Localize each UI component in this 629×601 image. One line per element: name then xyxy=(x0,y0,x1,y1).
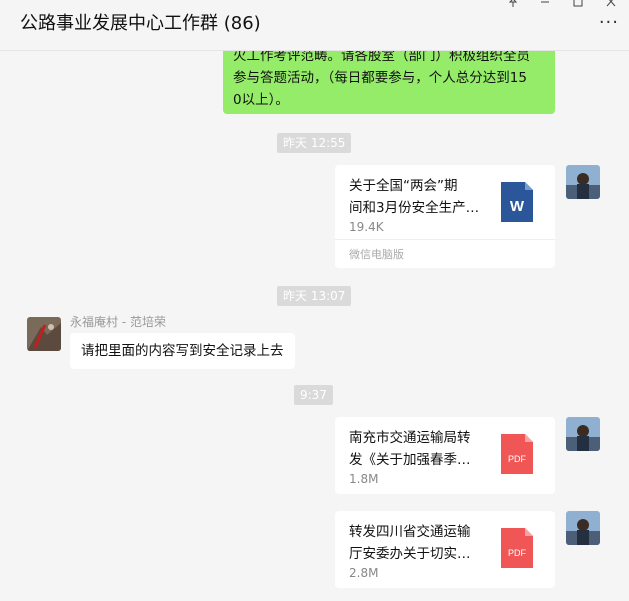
word-icon-label: W xyxy=(510,198,525,215)
my-avatar[interactable] xyxy=(566,417,600,451)
timestamp: 昨天 12:55 xyxy=(277,133,352,153)
minimize-icon[interactable] xyxy=(535,0,555,12)
word-file-icon: W xyxy=(501,182,533,222)
file-size: 2.8M xyxy=(349,566,379,580)
chat-area[interactable]: 火工作考评范畴。请各股室（部门）积极组织全员 参与答题活动，（每日都要参与，个人… xyxy=(0,51,629,601)
file-size: 19.4K xyxy=(349,220,384,234)
file-name: 关于全国“两会”期 间和3月份安全生产… xyxy=(349,175,489,219)
file-name-line: 转发四川省交通运输 xyxy=(349,524,471,540)
pdf-icon-label: PDF xyxy=(508,454,527,464)
file-name-line: 间和3月份安全生产… xyxy=(349,200,480,216)
file-source: 微信电脑版 xyxy=(335,239,555,262)
my-avatar[interactable] xyxy=(566,165,600,199)
file-size: 1.8M xyxy=(349,472,379,486)
file-message-card[interactable]: 转发四川省交通运输 厅安委办关于切实… 2.8M PDF xyxy=(335,511,555,588)
pdf-file-icon: PDF xyxy=(501,528,533,568)
close-icon[interactable] xyxy=(601,0,621,12)
incoming-text-bubble[interactable]: 请把里面的内容写到安全记录上去 xyxy=(70,333,295,369)
pin-icon[interactable] xyxy=(503,0,523,12)
pdf-icon-label: PDF xyxy=(508,548,527,558)
file-message-card[interactable]: 南充市交通运输局转 发《关于加强春季… 1.8M PDF xyxy=(335,417,555,494)
outgoing-text-bubble[interactable]: 火工作考评范畴。请各股室（部门）积极组织全员 参与答题活动，（每日都要参与，个人… xyxy=(223,51,555,114)
sender-avatar[interactable] xyxy=(27,317,61,351)
file-name-line: 关于全国“两会”期 xyxy=(349,178,458,194)
file-name: 南充市交通运输局转 发《关于加强春季… xyxy=(349,427,489,471)
bubble-line: 参与答题活动，（每日都要参与，个人总分达到15 xyxy=(233,70,527,86)
pdf-file-icon: PDF xyxy=(501,434,533,474)
file-name-line: 厅安委办关于切实… xyxy=(349,546,471,562)
file-name-line: 发《关于加强春季… xyxy=(349,452,471,468)
file-name-line: 南充市交通运输局转 xyxy=(349,430,471,446)
bubble-line: 火工作考评范畴。请各股室（部门）积极组织全员 xyxy=(233,51,530,64)
title-bar: 公路事业发展中心工作群 (86) ··· xyxy=(0,0,629,51)
bubble-line: 0以上）。 xyxy=(233,92,289,108)
more-options-icon[interactable]: ··· xyxy=(599,12,619,33)
timestamp: 9:37 xyxy=(294,385,333,405)
my-avatar[interactable] xyxy=(566,511,600,545)
timestamp: 昨天 13:07 xyxy=(277,286,352,306)
chat-title: 公路事业发展中心工作群 (86) xyxy=(20,13,261,34)
sender-name: 永福庵村 - 范培荣 xyxy=(70,315,166,329)
file-message-card[interactable]: 关于全国“两会”期 间和3月份安全生产… 19.4K 微信电脑版 W xyxy=(335,165,555,268)
file-name: 转发四川省交通运输 厅安委办关于切实… xyxy=(349,521,489,565)
maximize-icon[interactable] xyxy=(568,0,588,12)
